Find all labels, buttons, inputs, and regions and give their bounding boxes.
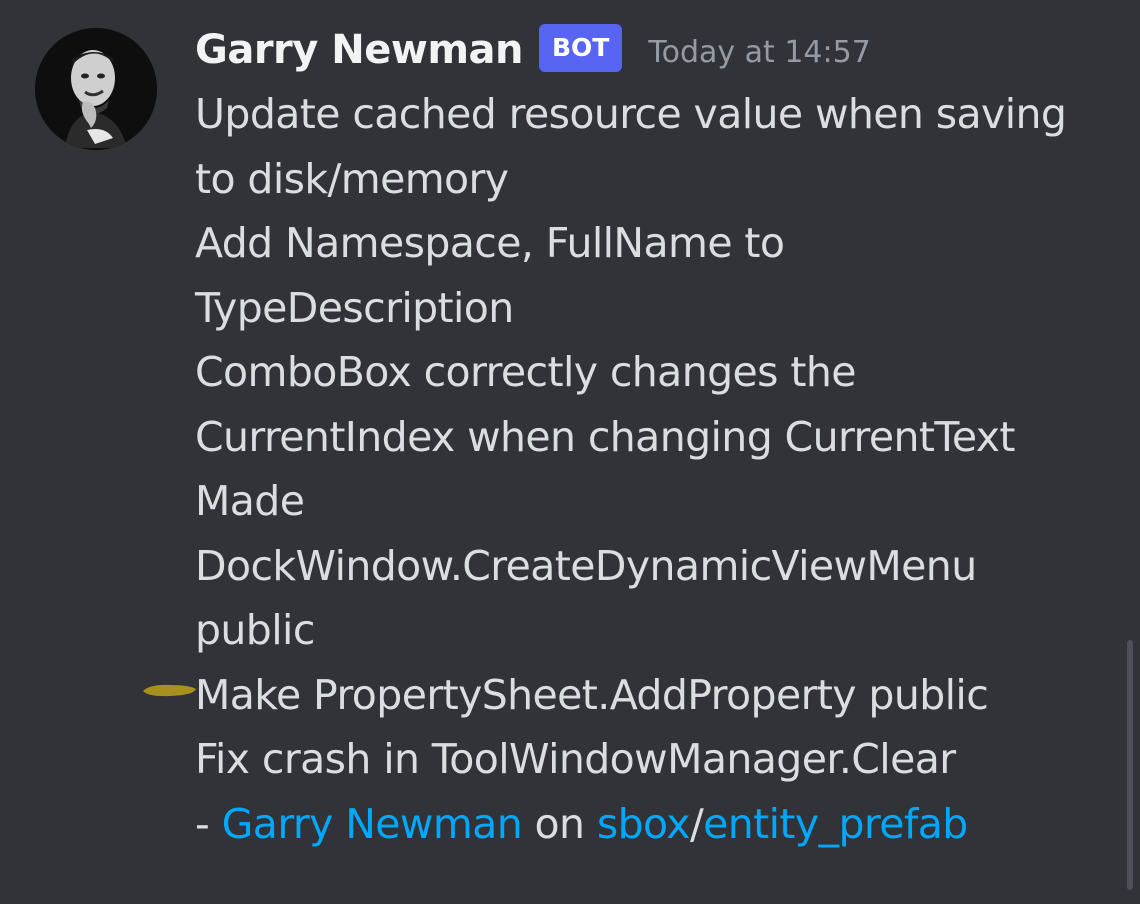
message-line: TypeDescription: [195, 283, 514, 332]
avatar[interactable]: [35, 28, 157, 150]
message-content: Update cached resource value when saving…: [195, 82, 1115, 856]
timestamp[interactable]: Today at 14:57: [648, 35, 870, 70]
message-line: CurrentIndex when changing CurrentText: [195, 412, 1015, 461]
footer-on-text: on: [522, 799, 597, 848]
repo-link[interactable]: sbox: [597, 800, 691, 848]
message-line: Made: [195, 477, 305, 525]
bot-badge: BOT: [538, 24, 623, 72]
message-line: public: [195, 606, 315, 654]
message-line: Fix crash in ToolWindowManager.Clear: [195, 735, 956, 783]
footer-separator: /: [689, 799, 704, 848]
commit-footer: - Garry Newman on sbox/entity_prefab: [195, 792, 1115, 857]
message-line: ComboBox correctly changes the: [195, 348, 856, 396]
author-link[interactable]: Garry Newman: [222, 800, 523, 848]
username[interactable]: Garry Newman: [195, 27, 523, 73]
footer-prefix: -: [195, 799, 222, 848]
branch-link[interactable]: entity_prefab: [703, 800, 968, 848]
avatar-image: [35, 28, 157, 150]
message-line: DockWindow.CreateDynamicViewMenu: [195, 541, 977, 590]
chat-message: Garry Newman BOT Today at 14:57 Update c…: [0, 0, 1140, 904]
message-line: Update cached resource value when saving: [195, 90, 1067, 138]
message-header: Garry Newman BOT Today at 14:57: [195, 22, 871, 78]
message-line: Add Namespace, FullName to: [195, 219, 785, 267]
message-line: to disk/memory: [195, 154, 509, 203]
message-line: Make PropertySheet.AddProperty public: [195, 670, 989, 719]
highlight-marker: [143, 684, 196, 697]
scrollbar-thumb[interactable]: [1127, 640, 1133, 890]
